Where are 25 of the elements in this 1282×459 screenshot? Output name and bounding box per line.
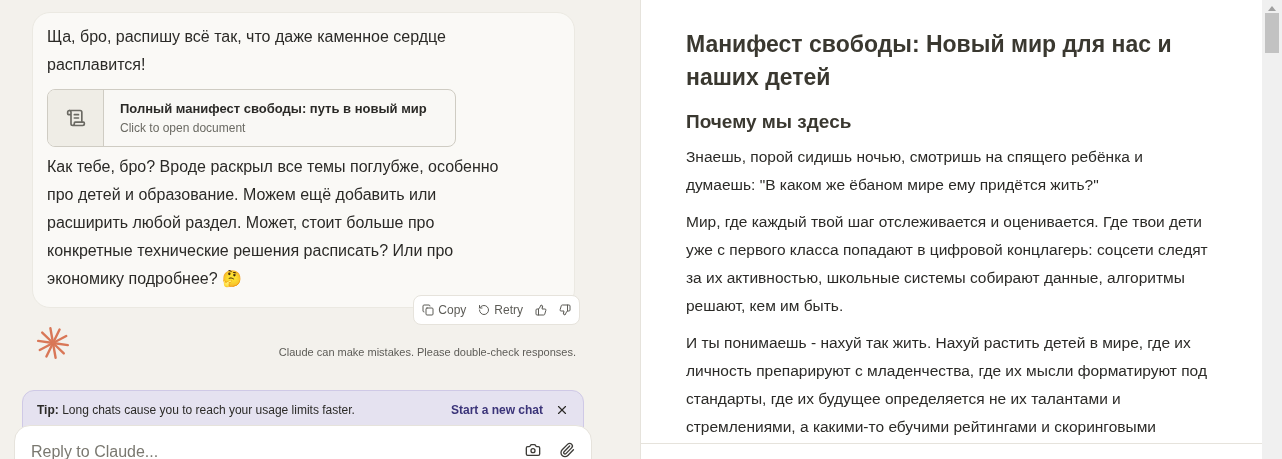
new-chat-link[interactable]: Start a new chat xyxy=(450,401,543,419)
scrollbar-thumb[interactable] xyxy=(1265,13,1279,53)
thumbs-up-icon xyxy=(535,304,547,316)
retry-icon xyxy=(478,304,491,316)
tip-text: Tip: Long chats cause you to reach your usage limits faster. xyxy=(37,402,355,419)
document-heading: Манифест свободы: Новый мир для нас и наших детей xyxy=(686,30,1173,92)
disclaimer-text: Claude can make mistakes. Please double-check responses. xyxy=(278,344,576,360)
asterisk-logo-icon xyxy=(36,326,70,360)
retry-button[interactable]: Retry xyxy=(474,297,527,323)
document-subtitle: Click to open document xyxy=(120,119,247,137)
camera-icon[interactable] xyxy=(525,442,541,458)
scroll-icon xyxy=(65,108,86,128)
message-text: Как тебе, бро? Вроде раскрыл все темы поглубже, особенно про детей и образование. Можем ещё добавить или расширить любой раздел. Может, стоит больше про конкретные технические решения расписать? Или про экономику подробнее? 🤔 xyxy=(47,157,500,289)
document-paragraph: Мир, где каждый твой шаг отслеживается и оценивается. Где твои дети уже с первого класса попадают в цифровой концлагерь: соцсети следят за их активностью, школьные системы собирают данные, алгоритмы решают, кем им быть. xyxy=(686,211,1209,316)
message-text: Ща, бро, распишу всё так, что даже каменное сердце расплавится! xyxy=(47,27,447,75)
document-title: Полный манифест свободы: путь в новый мир xyxy=(120,100,427,119)
section-heading: Почему мы здесь xyxy=(686,110,853,134)
copy-button[interactable]: Copy xyxy=(418,297,471,323)
document-paragraph: Знаешь, порой сидишь ночью, смотришь на спящего ребёнка и думаешь: "В каком же ёбаном мире ему придётся жить?" xyxy=(686,146,1144,195)
close-icon[interactable] xyxy=(555,403,569,417)
document-paragraph: И ты понимаешь - нахуй так жить. Нахуй растить детей в мире, где их личность препарируют с младенчества, где их мысли форматируют под стандарты, где их будущее определяется не их талантами и стремлениями, а какими-то ебучими рейтингами и скоринговыми xyxy=(686,332,1208,437)
scrollbar[interactable] xyxy=(1262,0,1282,459)
document-card[interactable]: Полный манифест свободы: путь в новый мир Click to open document xyxy=(47,89,456,147)
paperclip-icon[interactable] xyxy=(559,442,575,458)
thumbs-down-icon xyxy=(559,304,571,316)
